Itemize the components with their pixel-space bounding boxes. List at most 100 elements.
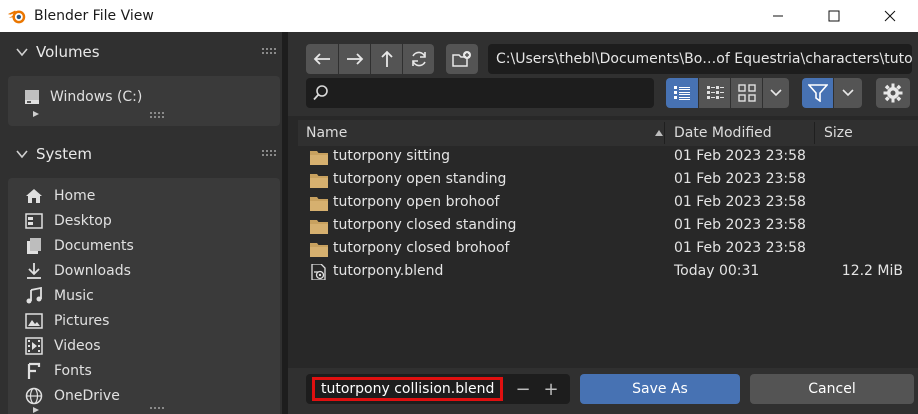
volumes-panel: Windows (C:) [8, 76, 280, 126]
expand-arrow-icon[interactable] [32, 110, 40, 118]
arrow-right-icon [346, 53, 363, 65]
vertical-list-icon [674, 86, 690, 100]
refresh-icon [411, 51, 426, 67]
filename-input[interactable]: tutorpony collision.blend − + [306, 374, 570, 404]
display-horizontal-list-button[interactable] [699, 78, 730, 108]
cancel-button[interactable]: Cancel [750, 374, 914, 404]
horizontal-list-icon [706, 86, 724, 99]
close-icon [884, 10, 896, 22]
filter-icon [807, 84, 828, 102]
desktop-icon [25, 213, 43, 229]
fonts-icon [27, 362, 41, 379]
refresh-button[interactable] [403, 44, 434, 74]
drag-grip-icon[interactable] [262, 149, 276, 157]
minimize-button[interactable] [750, 0, 806, 32]
path-text: C:\Users\thebl\Documents\Bo…of Equestria… [496, 51, 912, 67]
close-button[interactable] [862, 0, 918, 32]
folder-icon [310, 174, 328, 188]
volumes-panel-header[interactable]: Volumes [8, 34, 280, 70]
file-row[interactable]: tutorpony sitting 01 Feb 2023 23:58 [298, 146, 918, 169]
title-bar: Blender File View [0, 0, 918, 32]
file-browser-main: C:\Users\thebl\Documents\Bo…of Equestria… [288, 32, 918, 414]
arrow-up-icon [380, 50, 393, 67]
column-separator[interactable] [664, 122, 665, 144]
sidebar-item-fonts[interactable]: Fonts [24, 359, 92, 383]
sidebar-item-music[interactable]: Music [24, 284, 94, 308]
file-list: tutorpony sitting 01 Feb 2023 23:58 tuto… [298, 146, 918, 376]
search-field[interactable] [306, 78, 654, 108]
new-folder-button[interactable] [446, 44, 478, 74]
folder-icon [310, 151, 328, 165]
increment-button[interactable]: + [540, 374, 562, 404]
folder-icon [310, 197, 328, 211]
path-field[interactable]: C:\Users\thebl\Documents\Bo…of Equestria… [488, 44, 912, 74]
display-vertical-list-button[interactable] [666, 78, 698, 108]
sort-ascending-icon[interactable] [654, 129, 664, 137]
forward-button[interactable] [339, 44, 370, 74]
maximize-button[interactable] [806, 0, 862, 32]
documents-icon [27, 238, 41, 254]
arrow-left-icon [313, 53, 330, 65]
music-icon [26, 287, 42, 304]
sidebar-item-desktop[interactable]: Desktop [24, 209, 112, 233]
toolbar: C:\Users\thebl\Documents\Bo…of Equestria… [288, 32, 918, 116]
sidebar-item-downloads[interactable]: Downloads [24, 259, 131, 283]
column-size[interactable]: Size [824, 120, 853, 146]
display-mode-dropdown[interactable] [763, 78, 789, 108]
file-row[interactable]: tutorpony open brohoof 01 Feb 2023 23:58 [298, 192, 918, 215]
globe-icon [25, 387, 43, 405]
chevron-down-icon [770, 89, 782, 97]
parent-directory-button[interactable] [371, 44, 402, 74]
folder-icon [310, 220, 328, 234]
settings-button[interactable] [876, 78, 910, 108]
file-row[interactable]: tutorpony.blend Today 00:31 12.2 MiB [298, 261, 918, 284]
file-row[interactable]: tutorpony closed brohoof 01 Feb 2023 23:… [298, 238, 918, 261]
file-row[interactable]: tutorpony open standing 01 Feb 2023 23:5… [298, 169, 918, 192]
column-name[interactable]: Name [306, 120, 347, 146]
resize-grip-icon[interactable] [150, 407, 164, 413]
back-button[interactable] [306, 44, 338, 74]
drive-icon [25, 90, 39, 104]
sidebar-item-onedrive[interactable]: OneDrive [24, 384, 120, 408]
filename-value: tutorpony collision.blend [312, 377, 504, 401]
file-row[interactable]: tutorpony closed standing 01 Feb 2023 23… [298, 215, 918, 238]
sidebar-item-home[interactable]: Home [24, 184, 95, 208]
column-separator[interactable] [814, 122, 815, 144]
videos-icon [25, 337, 43, 355]
volume-item-windows-c[interactable]: Windows (C:) [24, 88, 142, 106]
column-header: Name Date Modified Size [298, 120, 918, 146]
blend-file-icon [311, 264, 326, 280]
system-panel: Home Desktop Documents Downloads Music P… [8, 178, 280, 414]
decrement-button[interactable]: − [512, 374, 534, 404]
volume-label: Windows (C:) [50, 89, 143, 105]
system-header-label: System [36, 145, 92, 163]
sidebar-item-documents[interactable]: Documents [24, 234, 134, 258]
folder-icon [310, 243, 328, 257]
chevron-down-icon [16, 150, 28, 159]
system-panel-header[interactable]: System [8, 136, 280, 172]
chevron-down-icon [16, 48, 28, 57]
minimize-icon [773, 15, 783, 17]
column-date-modified[interactable]: Date Modified [674, 120, 772, 146]
expand-arrow-icon[interactable] [32, 406, 40, 414]
pictures-icon [25, 313, 43, 329]
bottom-bar: tutorpony collision.blend − + Save As Ca… [288, 368, 918, 414]
save-as-button[interactable]: Save As [580, 374, 740, 404]
resize-grip-icon[interactable] [150, 112, 164, 118]
display-thumbnails-button[interactable] [731, 78, 762, 108]
sidebar-item-videos[interactable]: Videos [24, 334, 101, 358]
thumbnails-icon [737, 84, 756, 102]
blender-logo-icon [7, 10, 26, 24]
filter-dropdown[interactable] [834, 78, 862, 108]
home-icon [26, 189, 42, 203]
filter-toggle-button[interactable] [802, 78, 833, 108]
search-icon [313, 85, 328, 101]
drag-grip-icon[interactable] [262, 47, 276, 55]
volumes-header-label: Volumes [36, 43, 100, 61]
downloads-icon [27, 263, 41, 279]
sidebar-item-pictures[interactable]: Pictures [24, 309, 109, 333]
new-folder-icon [452, 51, 471, 67]
sidebar: Volumes Windows (C:) System Home Desktop… [0, 32, 288, 414]
gear-icon [883, 83, 903, 103]
window-title: Blender File View [34, 8, 154, 24]
